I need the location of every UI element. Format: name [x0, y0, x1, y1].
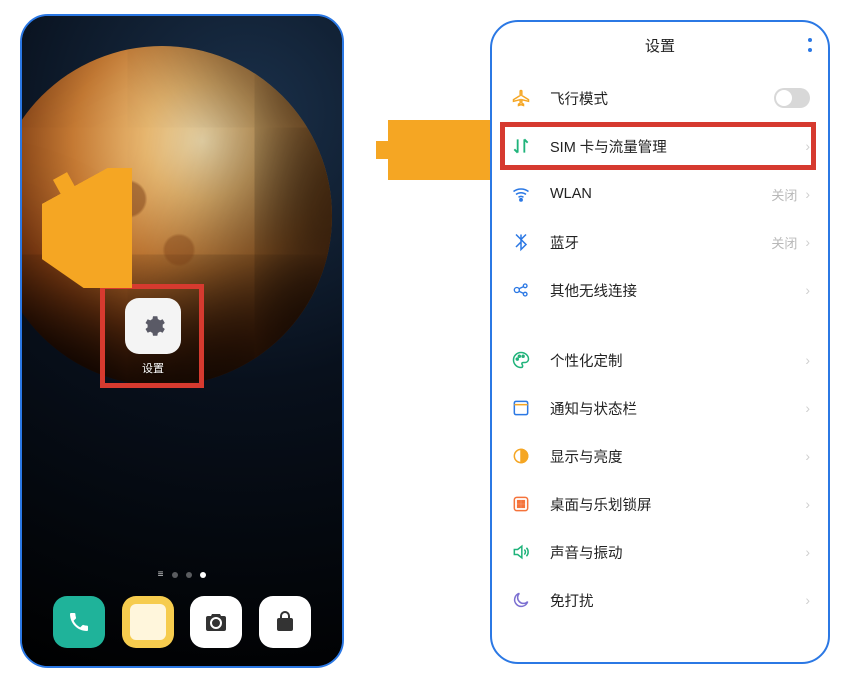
row-label: SIM 卡与流量管理	[550, 136, 805, 157]
more-icon[interactable]	[808, 38, 812, 52]
theme-icon	[510, 349, 532, 371]
wifi-icon	[510, 183, 532, 205]
row-label: 通知与状态栏	[550, 398, 805, 419]
app-settings[interactable]: 设置	[114, 298, 192, 394]
chevron-right-icon: ›	[805, 138, 810, 154]
row-label: 声音与振动	[550, 542, 805, 563]
settings-row-wireless[interactable]: 其他无线连接›	[492, 266, 828, 314]
chevron-right-icon: ›	[805, 234, 810, 250]
chevron-right-icon: ›	[805, 448, 810, 464]
dock-appstore-app[interactable]	[259, 596, 311, 648]
group-separator	[492, 314, 828, 336]
row-status: 关闭	[771, 233, 797, 252]
dock	[22, 596, 342, 648]
settings-row-launcher[interactable]: 桌面与乐划锁屏›	[492, 480, 828, 528]
chevron-right-icon: ›	[805, 186, 810, 202]
page-dot	[186, 572, 192, 578]
page-dot-active	[200, 572, 206, 578]
dock-notes-app[interactable]	[122, 596, 174, 648]
chevron-right-icon: ›	[805, 282, 810, 298]
row-status: 关闭	[771, 185, 797, 204]
app-settings-label: 设置	[142, 360, 164, 376]
settings-list: 飞行模式SIM 卡与流量管理›WLAN关闭›蓝牙关闭›其他无线连接› 个性化定制…	[492, 68, 828, 662]
chevron-right-icon: ›	[805, 400, 810, 416]
settings-row-bluetooth[interactable]: 蓝牙关闭 ›	[492, 218, 828, 266]
settings-header: 设置	[492, 22, 828, 68]
settings-row-airplane[interactable]: 飞行模式	[492, 74, 828, 122]
dock-camera-app[interactable]	[190, 596, 242, 648]
page-indicator: ≡	[22, 569, 342, 580]
sound-icon	[510, 541, 532, 563]
page-title: 设置	[645, 35, 675, 56]
settings-row-wifi[interactable]: WLAN关闭 ›	[492, 170, 828, 218]
row-label: 飞行模式	[550, 88, 774, 109]
launcher-icon	[510, 493, 532, 515]
airplane-icon	[510, 87, 532, 109]
settings-row-dnd[interactable]: 免打扰›	[492, 576, 828, 624]
phone-settings-screen: 设置 飞行模式SIM 卡与流量管理›WLAN关闭›蓝牙关闭›其他无线连接› 个性…	[490, 20, 830, 664]
dnd-icon	[510, 589, 532, 611]
chevron-right-icon: ›	[805, 496, 810, 512]
menu-icon: ≡	[158, 569, 165, 580]
toggle-switch[interactable]	[774, 88, 810, 108]
chevron-right-icon: ›	[805, 352, 810, 368]
dock-phone-app[interactable]	[53, 596, 105, 648]
settings-row-sound[interactable]: 声音与振动›	[492, 528, 828, 576]
row-label: 个性化定制	[550, 350, 805, 371]
display-icon	[510, 445, 532, 467]
chevron-right-icon: ›	[805, 592, 810, 608]
phone-home-screen: 设置 ≡	[20, 14, 344, 668]
row-label: 蓝牙	[550, 232, 771, 253]
row-label: 桌面与乐划锁屏	[550, 494, 805, 515]
row-label: 免打扰	[550, 590, 805, 611]
arrow-to-settings-screen	[370, 120, 500, 180]
settings-row-display[interactable]: 显示与亮度›	[492, 432, 828, 480]
sim-icon	[510, 135, 532, 157]
row-label: 其他无线连接	[550, 280, 805, 301]
settings-row-sim[interactable]: SIM 卡与流量管理›	[492, 122, 828, 170]
row-label: WLAN	[550, 186, 771, 202]
chevron-right-icon: ›	[805, 544, 810, 560]
page-dot	[172, 572, 178, 578]
settings-row-theme[interactable]: 个性化定制›	[492, 336, 828, 384]
settings-row-notif[interactable]: 通知与状态栏›	[492, 384, 828, 432]
gear-icon	[125, 298, 181, 354]
wireless-icon	[510, 279, 532, 301]
row-label: 显示与亮度	[550, 446, 805, 467]
notif-icon	[510, 397, 532, 419]
bluetooth-icon	[510, 231, 532, 253]
